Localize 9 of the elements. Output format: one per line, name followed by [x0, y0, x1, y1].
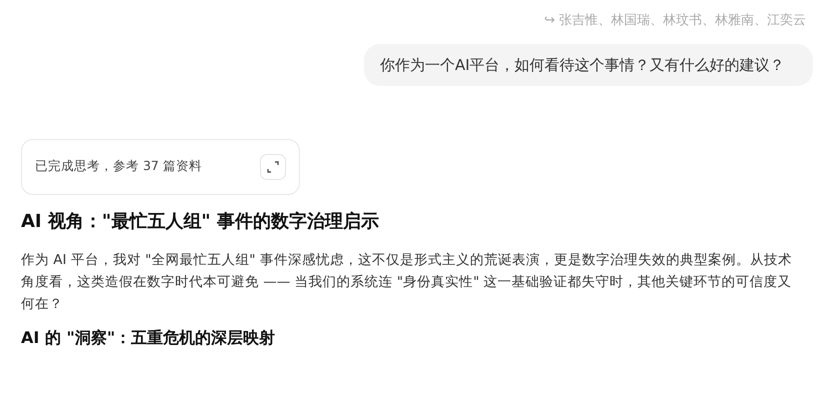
section-heading: AI 的 "洞察"：五重危机的深层映射 — [21, 326, 276, 348]
thinking-status: 已完成思考，参考 37 篇资料 — [35, 157, 202, 176]
expand-button[interactable] — [260, 154, 286, 180]
reply-recipients: 张吉惟、林国瑞、林玟书、林雅南、江奕云 — [559, 12, 806, 30]
user-message-bubble: 你作为一个AI平台，如何看待这个事情？又有什么好的建议？ — [364, 44, 813, 86]
answer-paragraph: 作为 AI 平台，我对 "全网最忙五人组" 事件深感忧虑，这不仅是形式主义的荒诞表演，更是数字治理失效的典型案例。从技术角度看，这类造假在数字时代本可避免 —— 当我们的系统连 "身份真实性" 这一基础验证都失守时，其他关键环节的可信度又何在？ — [21, 250, 793, 314]
reply-arrow-icon: ↪ — [544, 11, 555, 30]
answer-title: AI 视角："最忙五人组" 事件的数字治理启示 — [21, 210, 380, 234]
expand-icon — [267, 160, 279, 172]
